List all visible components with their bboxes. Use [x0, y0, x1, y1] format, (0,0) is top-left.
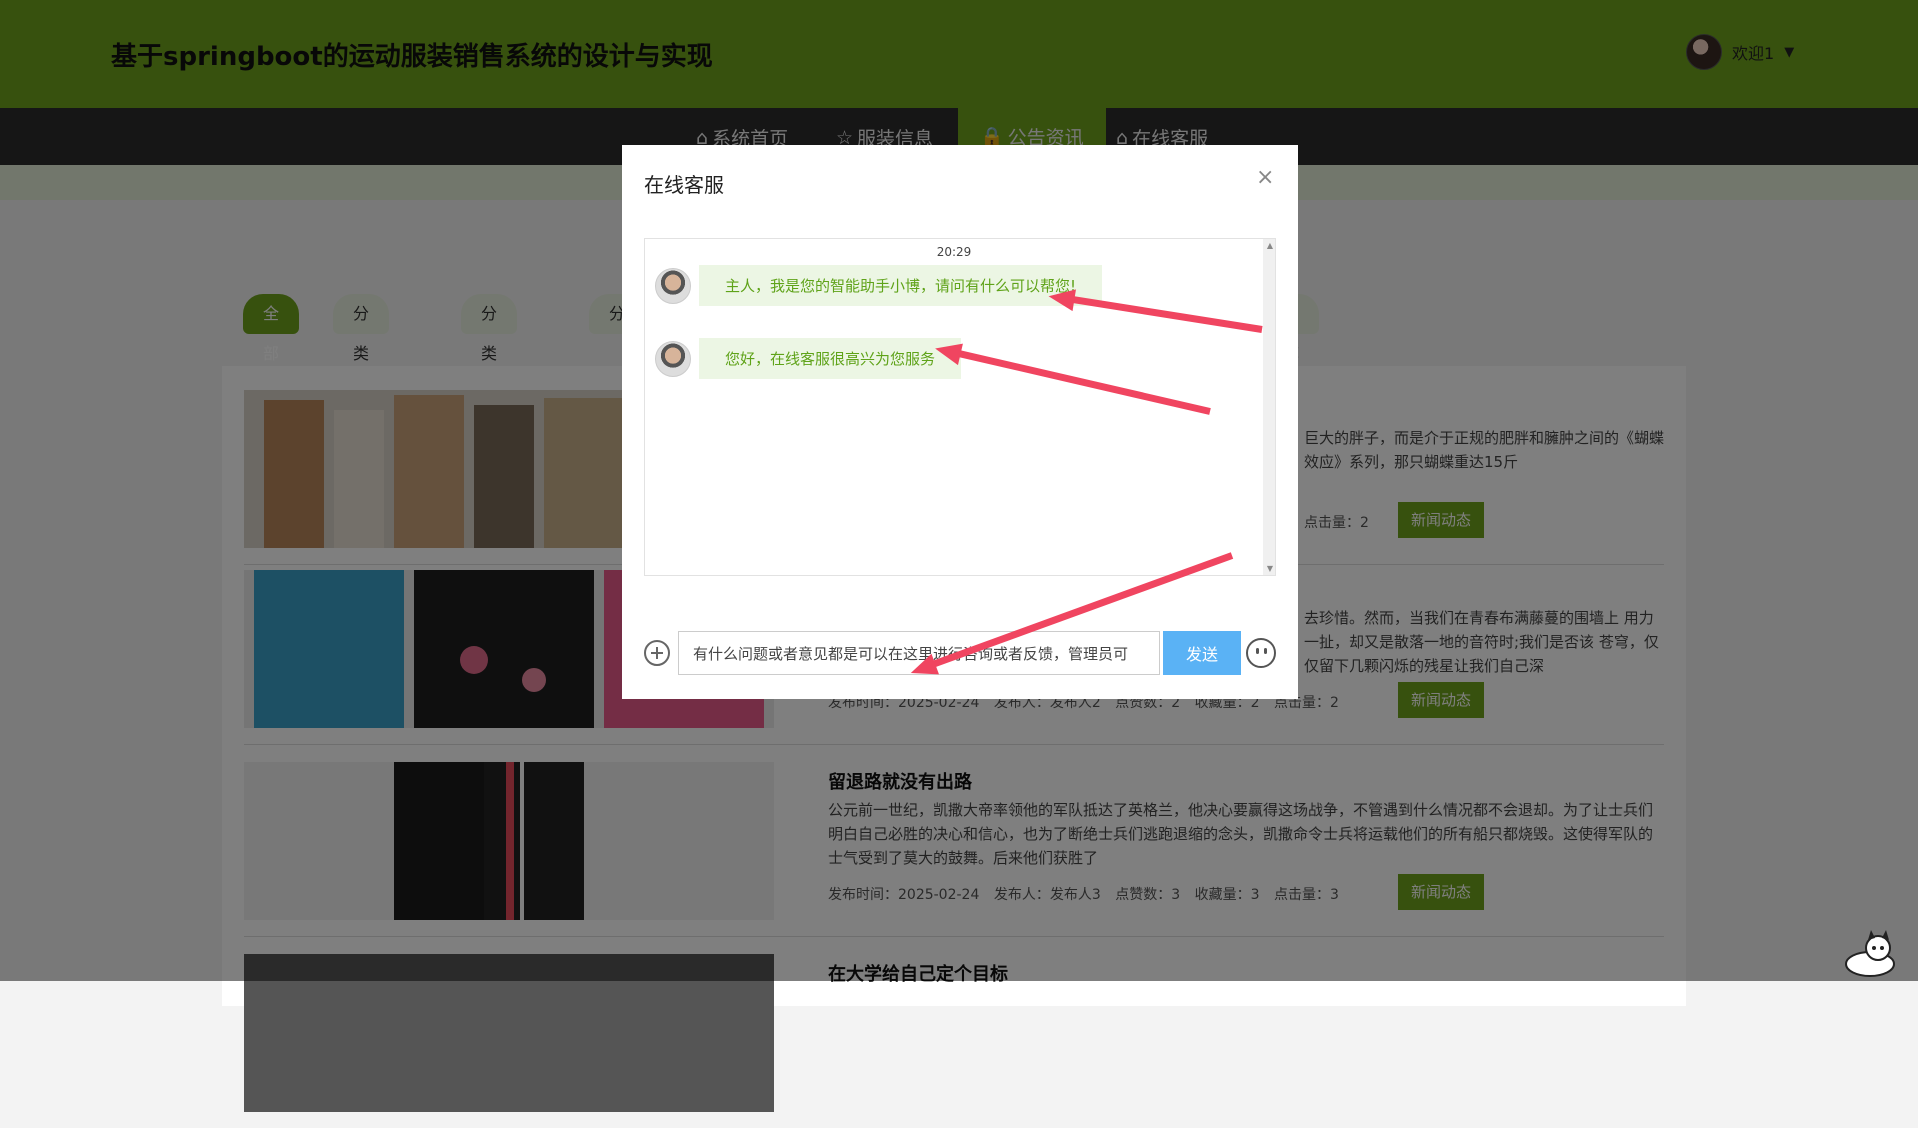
- message-bubble: 您好，在线客服很高兴为您服务: [699, 338, 962, 379]
- message-bubble: 主人，我是您的智能助手小博，请问有什么可以帮您!: [699, 265, 1103, 306]
- send-button[interactable]: 发送: [1163, 631, 1241, 675]
- chat-message: 您好，在线客服很高兴为您服务: [655, 338, 962, 379]
- support-chat-dialog: 在线客服 × 20:29 主人，我是您的智能助手小博，请问有什么可以帮您! 您好…: [622, 145, 1298, 699]
- emoji-icon[interactable]: [1246, 638, 1276, 668]
- assistant-avatar: [655, 340, 691, 377]
- close-icon[interactable]: ×: [1256, 165, 1274, 190]
- scroll-down-icon[interactable]: ▼: [1267, 564, 1273, 573]
- scroll-up-icon[interactable]: ▲: [1267, 241, 1273, 250]
- plus-icon[interactable]: [644, 640, 670, 666]
- dialog-title: 在线客服: [644, 173, 724, 197]
- assistant-avatar: [655, 267, 691, 304]
- chat-scrollbar[interactable]: ▲ ▼: [1263, 239, 1275, 575]
- chat-timestamp: 20:29: [936, 245, 972, 259]
- pet-mascot-icon[interactable]: [1840, 930, 1900, 978]
- chat-message: 主人，我是您的智能助手小博，请问有什么可以帮您!: [655, 265, 1103, 306]
